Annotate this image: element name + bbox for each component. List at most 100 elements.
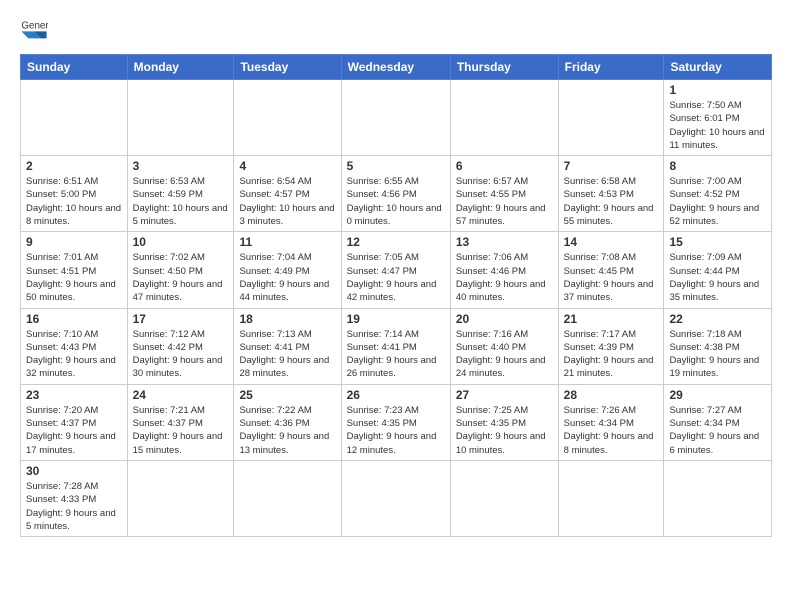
day-number: 27 bbox=[456, 388, 553, 402]
day-number: 16 bbox=[26, 312, 122, 326]
day-number: 19 bbox=[347, 312, 445, 326]
page: General SundayMondayTuesdayWednesdayThur… bbox=[0, 0, 792, 612]
day-info: Sunrise: 7:16 AMSunset: 4:40 PMDaylight:… bbox=[456, 328, 553, 381]
calendar-day-cell bbox=[558, 80, 664, 156]
calendar-body: 1 Sunrise: 7:50 AMSunset: 6:01 PMDaylight… bbox=[21, 80, 772, 537]
calendar-day-cell bbox=[21, 80, 128, 156]
day-number: 30 bbox=[26, 464, 122, 478]
day-number: 21 bbox=[564, 312, 659, 326]
weekday-header: Saturday bbox=[664, 55, 772, 80]
calendar-week-row: 1 Sunrise: 7:50 AMSunset: 6:01 PMDaylight… bbox=[21, 80, 772, 156]
day-number: 17 bbox=[133, 312, 229, 326]
day-info: Sunrise: 7:12 AMSunset: 4:42 PMDaylight:… bbox=[133, 328, 229, 381]
svg-text:General: General bbox=[21, 21, 48, 32]
day-info: Sunrise: 7:00 AMSunset: 4:52 PMDaylight:… bbox=[669, 175, 766, 228]
day-number: 22 bbox=[669, 312, 766, 326]
day-info: Sunrise: 7:02 AMSunset: 4:50 PMDaylight:… bbox=[133, 251, 229, 304]
day-info: Sunrise: 7:10 AMSunset: 4:43 PMDaylight:… bbox=[26, 328, 122, 381]
day-info: Sunrise: 7:22 AMSunset: 4:36 PMDaylight:… bbox=[239, 404, 335, 457]
day-info: Sunrise: 6:54 AMSunset: 4:57 PMDaylight:… bbox=[239, 175, 335, 228]
weekday-header: Tuesday bbox=[234, 55, 341, 80]
day-number: 23 bbox=[26, 388, 122, 402]
day-number: 5 bbox=[347, 159, 445, 173]
day-info: Sunrise: 6:53 AMSunset: 4:59 PMDaylight:… bbox=[133, 175, 229, 228]
calendar-day-cell: 21 Sunrise: 7:17 AMSunset: 4:39 PMDayligh… bbox=[558, 308, 664, 384]
calendar-day-cell bbox=[450, 80, 558, 156]
day-number: 10 bbox=[133, 235, 229, 249]
day-info: Sunrise: 7:09 AMSunset: 4:44 PMDaylight:… bbox=[669, 251, 766, 304]
day-info: Sunrise: 6:58 AMSunset: 4:53 PMDaylight:… bbox=[564, 175, 659, 228]
calendar-day-cell bbox=[127, 80, 234, 156]
day-number: 13 bbox=[456, 235, 553, 249]
calendar-week-row: 30 Sunrise: 7:28 AMSunset: 4:33 PMDayligh… bbox=[21, 460, 772, 536]
generalblue-icon: General bbox=[20, 16, 48, 44]
day-info: Sunrise: 7:18 AMSunset: 4:38 PMDaylight:… bbox=[669, 328, 766, 381]
weekday-header: Thursday bbox=[450, 55, 558, 80]
day-info: Sunrise: 7:27 AMSunset: 4:34 PMDaylight:… bbox=[669, 404, 766, 457]
calendar-day-cell: 23 Sunrise: 7:20 AMSunset: 4:37 PMDayligh… bbox=[21, 384, 128, 460]
calendar-header: SundayMondayTuesdayWednesdayThursdayFrid… bbox=[21, 55, 772, 80]
day-number: 11 bbox=[239, 235, 335, 249]
calendar-day-cell: 1 Sunrise: 7:50 AMSunset: 6:01 PMDaylight… bbox=[664, 80, 772, 156]
day-info: Sunrise: 7:13 AMSunset: 4:41 PMDaylight:… bbox=[239, 328, 335, 381]
weekday-header: Friday bbox=[558, 55, 664, 80]
calendar-day-cell bbox=[450, 460, 558, 536]
calendar-day-cell: 27 Sunrise: 7:25 AMSunset: 4:35 PMDayligh… bbox=[450, 384, 558, 460]
calendar-week-row: 16 Sunrise: 7:10 AMSunset: 4:43 PMDayligh… bbox=[21, 308, 772, 384]
calendar-day-cell bbox=[234, 460, 341, 536]
day-number: 14 bbox=[564, 235, 659, 249]
calendar-day-cell: 16 Sunrise: 7:10 AMSunset: 4:43 PMDayligh… bbox=[21, 308, 128, 384]
calendar-day-cell: 9 Sunrise: 7:01 AMSunset: 4:51 PMDaylight… bbox=[21, 232, 128, 308]
calendar-day-cell bbox=[341, 80, 450, 156]
day-number: 12 bbox=[347, 235, 445, 249]
calendar-day-cell: 10 Sunrise: 7:02 AMSunset: 4:50 PMDayligh… bbox=[127, 232, 234, 308]
calendar-day-cell: 19Sunrise: 7:14 AMSunset: 4:41 PMDayligh… bbox=[341, 308, 450, 384]
calendar-day-cell: 30 Sunrise: 7:28 AMSunset: 4:33 PMDayligh… bbox=[21, 460, 128, 536]
calendar-day-cell: 14 Sunrise: 7:08 AMSunset: 4:45 PMDayligh… bbox=[558, 232, 664, 308]
calendar-day-cell: 22 Sunrise: 7:18 AMSunset: 4:38 PMDayligh… bbox=[664, 308, 772, 384]
day-info: Sunrise: 7:17 AMSunset: 4:39 PMDaylight:… bbox=[564, 328, 659, 381]
calendar-week-row: 9 Sunrise: 7:01 AMSunset: 4:51 PMDaylight… bbox=[21, 232, 772, 308]
day-number: 24 bbox=[133, 388, 229, 402]
day-number: 20 bbox=[456, 312, 553, 326]
day-info: Sunrise: 7:26 AMSunset: 4:34 PMDaylight:… bbox=[564, 404, 659, 457]
calendar-day-cell: 24Sunrise: 7:21 AMSunset: 4:37 PMDayligh… bbox=[127, 384, 234, 460]
calendar-table: SundayMondayTuesdayWednesdayThursdayFrid… bbox=[20, 54, 772, 537]
day-number: 9 bbox=[26, 235, 122, 249]
calendar-day-cell bbox=[558, 460, 664, 536]
calendar-day-cell: 2 Sunrise: 6:51 AMSunset: 5:00 PMDaylight… bbox=[21, 156, 128, 232]
day-info: Sunrise: 6:51 AMSunset: 5:00 PMDaylight:… bbox=[26, 175, 122, 228]
day-info: Sunrise: 7:25 AMSunset: 4:35 PMDaylight:… bbox=[456, 404, 553, 457]
logo: General bbox=[20, 16, 52, 44]
day-number: 3 bbox=[133, 159, 229, 173]
day-info: Sunrise: 6:57 AMSunset: 4:55 PMDaylight:… bbox=[456, 175, 553, 228]
calendar-day-cell: 29Sunrise: 7:27 AMSunset: 4:34 PMDayligh… bbox=[664, 384, 772, 460]
day-info: Sunrise: 7:28 AMSunset: 4:33 PMDaylight:… bbox=[26, 480, 122, 533]
weekday-row: SundayMondayTuesdayWednesdayThursdayFrid… bbox=[21, 55, 772, 80]
calendar-day-cell: 5 Sunrise: 6:55 AMSunset: 4:56 PMDaylight… bbox=[341, 156, 450, 232]
day-info: Sunrise: 7:20 AMSunset: 4:37 PMDaylight:… bbox=[26, 404, 122, 457]
day-number: 1 bbox=[669, 83, 766, 97]
day-number: 18 bbox=[239, 312, 335, 326]
day-number: 28 bbox=[564, 388, 659, 402]
calendar-day-cell: 6 Sunrise: 6:57 AMSunset: 4:55 PMDaylight… bbox=[450, 156, 558, 232]
day-number: 25 bbox=[239, 388, 335, 402]
day-number: 6 bbox=[456, 159, 553, 173]
day-number: 2 bbox=[26, 159, 122, 173]
day-info: Sunrise: 7:05 AMSunset: 4:47 PMDaylight:… bbox=[347, 251, 445, 304]
calendar-day-cell: 8Sunrise: 7:00 AMSunset: 4:52 PMDaylight… bbox=[664, 156, 772, 232]
calendar-day-cell: 18 Sunrise: 7:13 AMSunset: 4:41 PMDayligh… bbox=[234, 308, 341, 384]
day-number: 26 bbox=[347, 388, 445, 402]
day-info: Sunrise: 6:55 AMSunset: 4:56 PMDaylight:… bbox=[347, 175, 445, 228]
calendar-week-row: 23 Sunrise: 7:20 AMSunset: 4:37 PMDayligh… bbox=[21, 384, 772, 460]
calendar-day-cell: 17 Sunrise: 7:12 AMSunset: 4:42 PMDayligh… bbox=[127, 308, 234, 384]
weekday-header: Monday bbox=[127, 55, 234, 80]
calendar-day-cell: 4Sunrise: 6:54 AMSunset: 4:57 PMDaylight… bbox=[234, 156, 341, 232]
day-info: Sunrise: 7:08 AMSunset: 4:45 PMDaylight:… bbox=[564, 251, 659, 304]
calendar-day-cell: 15Sunrise: 7:09 AMSunset: 4:44 PMDayligh… bbox=[664, 232, 772, 308]
weekday-header: Wednesday bbox=[341, 55, 450, 80]
day-info: Sunrise: 7:01 AMSunset: 4:51 PMDaylight:… bbox=[26, 251, 122, 304]
day-info: Sunrise: 7:50 AMSunset: 6:01 PMDaylight:… bbox=[669, 99, 766, 152]
calendar-day-cell: 12 Sunrise: 7:05 AMSunset: 4:47 PMDayligh… bbox=[341, 232, 450, 308]
day-info: Sunrise: 7:06 AMSunset: 4:46 PMDaylight:… bbox=[456, 251, 553, 304]
